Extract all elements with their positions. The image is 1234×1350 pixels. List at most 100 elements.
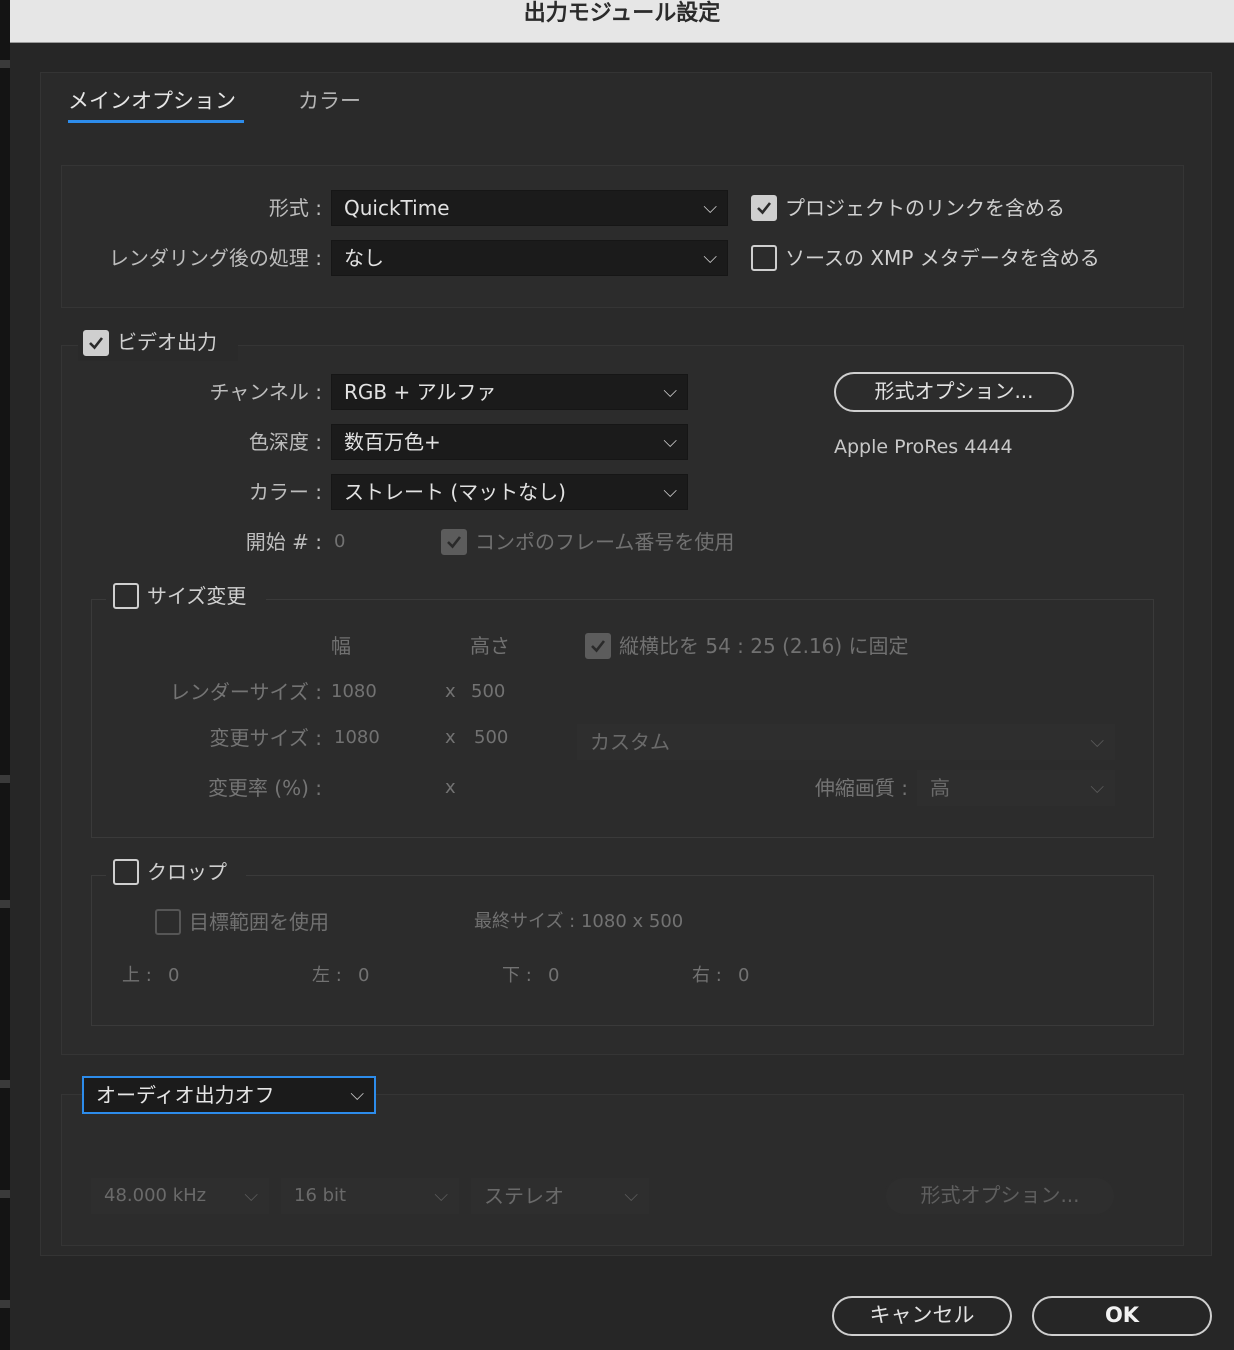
video-output-label: ビデオ出力 bbox=[117, 330, 217, 354]
chevron-down-icon: ⌵ bbox=[624, 1185, 638, 1206]
window-title: 出力モジュール設定 bbox=[523, 1, 721, 26]
crop-right-value[interactable]: 0 bbox=[738, 958, 749, 994]
sample-rate-value: 48.000 kHz bbox=[104, 1185, 207, 1206]
crop-left-value[interactable]: 0 bbox=[358, 958, 369, 994]
cancel-button[interactable]: キャンセル bbox=[832, 1296, 1012, 1336]
use-roi-label: 目標範囲を使用 bbox=[189, 910, 329, 934]
use-comp-frame-label: コンポのフレーム番号を使用 bbox=[475, 530, 735, 554]
lock-aspect-checkbox[interactable] bbox=[585, 633, 611, 659]
chevron-down-icon: ⌵ bbox=[703, 247, 717, 268]
channels-label: チャンネル : bbox=[209, 380, 323, 404]
crop-left-label: 左 : bbox=[312, 965, 342, 986]
active-tab-indicator bbox=[68, 120, 244, 123]
resize-percent-label: 変更率 (%) : bbox=[207, 776, 322, 800]
resize-preset-select[interactable]: カスタム ⌵ bbox=[577, 724, 1115, 760]
crop-checkbox[interactable] bbox=[113, 859, 139, 885]
resize-preset-value: カスタム bbox=[590, 730, 670, 754]
render-height: 500 bbox=[471, 681, 506, 702]
resize-width[interactable]: 1080 bbox=[334, 720, 380, 756]
chevron-down-icon: ⌵ bbox=[434, 1185, 448, 1206]
audio-format-options-button[interactable]: 形式オプション... bbox=[884, 1176, 1116, 1216]
checkmark-icon bbox=[89, 337, 104, 350]
checkmark-icon bbox=[591, 640, 606, 653]
stretch-quality-value: 高 bbox=[930, 776, 950, 800]
chevron-down-icon: ⌵ bbox=[350, 1084, 364, 1105]
color-label: カラー : bbox=[248, 480, 322, 504]
background-app-edge bbox=[0, 0, 10, 1350]
crop-top-value[interactable]: 0 bbox=[168, 958, 179, 994]
resize-to-label: 変更サイズ : bbox=[209, 726, 323, 750]
format-value: QuickTime bbox=[344, 196, 450, 220]
format-label: 形式 : bbox=[268, 196, 322, 220]
post-render-label: レンダリング後の処理 : bbox=[108, 246, 322, 270]
use-roi-checkbox[interactable] bbox=[155, 909, 181, 935]
audio-output-mode-select[interactable]: オーディオ出力オフ ⌵ bbox=[82, 1076, 376, 1114]
chevron-down-icon: ⌵ bbox=[244, 1185, 258, 1206]
audio-output-group bbox=[61, 1094, 1184, 1246]
width-header: 幅 bbox=[331, 634, 351, 658]
audio-channels-select[interactable]: ステレオ ⌵ bbox=[471, 1178, 649, 1214]
channels-value: RGB + アルファ bbox=[344, 380, 497, 404]
checkmark-icon bbox=[447, 536, 462, 549]
crop-frame bbox=[91, 875, 1154, 1026]
color-select[interactable]: ストレート (マットなし) ⌵ bbox=[331, 474, 688, 510]
size-separator: x bbox=[445, 681, 456, 702]
resize-checkbox[interactable] bbox=[113, 583, 139, 609]
start-frame-label: 開始 # : bbox=[245, 530, 322, 554]
resize-label: サイズ変更 bbox=[147, 584, 247, 608]
format-group bbox=[61, 165, 1184, 308]
crop-label: クロップ bbox=[147, 860, 227, 884]
resize-height[interactable]: 500 bbox=[474, 720, 508, 756]
lock-aspect-label: 縦横比を 54 : 25 (2.16) に固定 bbox=[619, 634, 909, 658]
channels-select[interactable]: RGB + アルファ ⌵ bbox=[331, 374, 688, 410]
tab-color[interactable]: カラー bbox=[298, 86, 361, 116]
height-header: 高さ bbox=[470, 634, 510, 658]
chevron-down-icon: ⌵ bbox=[663, 431, 677, 452]
background-app-mark bbox=[0, 1190, 10, 1198]
post-render-select[interactable]: なし ⌵ bbox=[331, 240, 728, 276]
tab-main-options[interactable]: メインオプション bbox=[68, 86, 236, 116]
include-xmp-label: ソースの XMP メタデータを含める bbox=[785, 246, 1100, 270]
depth-value: 数百万色+ bbox=[344, 430, 441, 454]
codec-info: Apple ProRes 4444 bbox=[834, 436, 1013, 458]
crop-bottom-value[interactable]: 0 bbox=[548, 958, 559, 994]
chevron-down-icon: ⌵ bbox=[663, 381, 677, 402]
background-app-mark bbox=[0, 1080, 10, 1088]
stretch-quality-select[interactable]: 高 ⌵ bbox=[917, 770, 1115, 806]
video-format-options-button[interactable]: 形式オプション... bbox=[834, 372, 1074, 412]
include-project-link-label: プロジェクトのリンクを含める bbox=[785, 196, 1065, 220]
depth-select[interactable]: 数百万色+ ⌵ bbox=[331, 424, 688, 460]
crop-top-label: 上 : bbox=[122, 965, 152, 986]
chevron-down-icon: ⌵ bbox=[1090, 731, 1104, 752]
render-width: 1080 bbox=[331, 681, 377, 702]
background-app-mark bbox=[0, 60, 10, 68]
crop-right-label: 右 : bbox=[692, 965, 722, 986]
sample-rate-select[interactable]: 48.000 kHz ⌵ bbox=[91, 1178, 269, 1214]
chevron-down-icon: ⌵ bbox=[1090, 777, 1104, 798]
bit-depth-select[interactable]: 16 bit ⌵ bbox=[281, 1178, 459, 1214]
audio-output-mode-value: オーディオ出力オフ bbox=[96, 1083, 275, 1107]
size-separator: x bbox=[445, 777, 456, 798]
chevron-down-icon: ⌵ bbox=[703, 197, 717, 218]
depth-label: 色深度 : bbox=[248, 430, 322, 454]
stretch-quality-label: 伸縮画質 : bbox=[814, 776, 908, 800]
post-render-value: なし bbox=[344, 246, 384, 270]
background-app-mark bbox=[0, 775, 10, 783]
use-comp-frame-checkbox[interactable] bbox=[441, 529, 467, 555]
title-bar[interactable]: 出力モジュール設定 bbox=[10, 0, 1234, 43]
checkmark-icon bbox=[757, 202, 772, 215]
include-xmp-checkbox[interactable] bbox=[751, 245, 777, 271]
video-output-checkbox[interactable] bbox=[83, 330, 109, 356]
background-app-mark bbox=[0, 900, 10, 908]
render-size-label: レンダーサイズ : bbox=[169, 680, 322, 704]
final-size: 最終サイズ : 1080 x 500 bbox=[474, 911, 684, 932]
include-project-link-checkbox[interactable] bbox=[751, 195, 777, 221]
crop-bottom-label: 下 : bbox=[502, 965, 532, 986]
ok-button[interactable]: OK bbox=[1032, 1296, 1212, 1336]
start-frame-value[interactable]: 0 bbox=[334, 524, 345, 560]
color-value: ストレート (マットなし) bbox=[344, 480, 566, 504]
audio-channels-value: ステレオ bbox=[484, 1184, 564, 1208]
chevron-down-icon: ⌵ bbox=[663, 481, 677, 502]
background-app-mark bbox=[0, 1300, 10, 1308]
format-select[interactable]: QuickTime ⌵ bbox=[331, 190, 728, 226]
